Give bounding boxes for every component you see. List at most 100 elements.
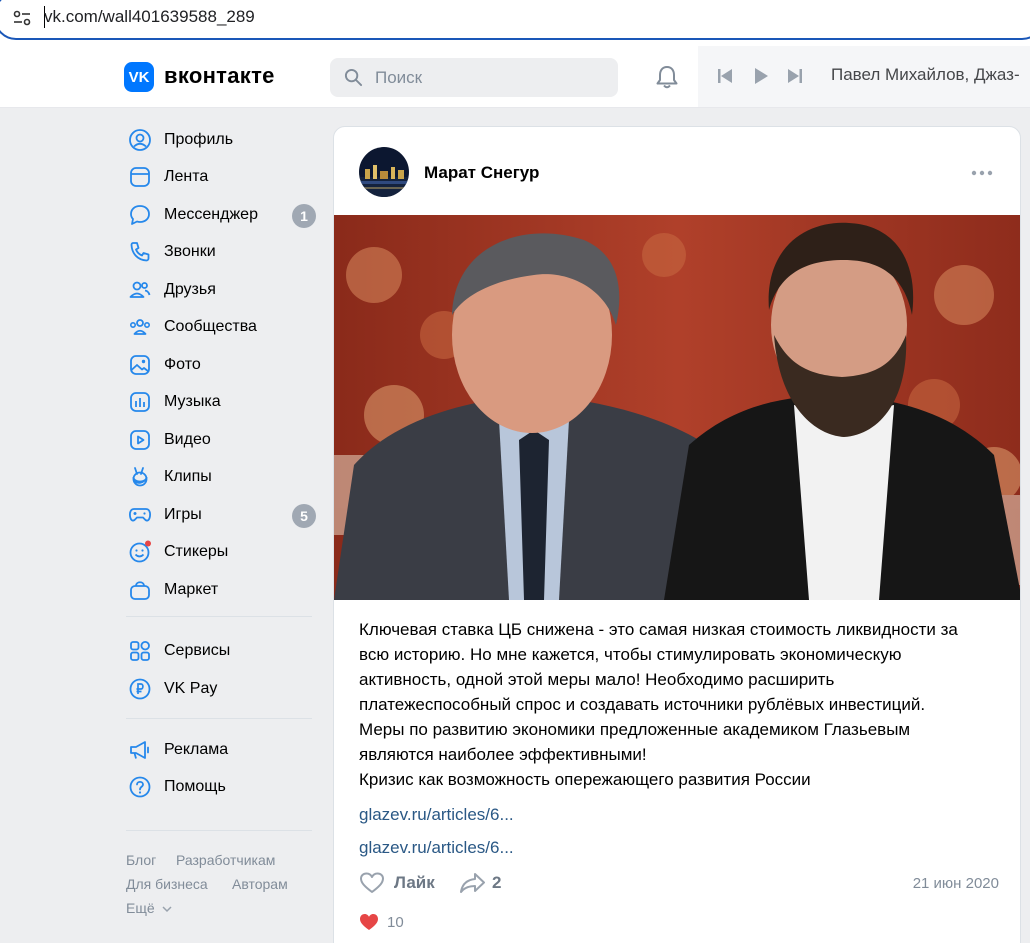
- nav-item-messenger[interactable]: Мессенджер 1: [126, 197, 326, 233]
- nav-label: Стикеры: [164, 543, 229, 560]
- photo-icon: [130, 355, 150, 375]
- messenger-icon: [130, 205, 150, 225]
- megaphone-icon: [130, 741, 149, 759]
- post-text-line: Кризис как возможность опережающего разв…: [359, 770, 811, 789]
- search-placeholder: Поиск: [375, 68, 423, 87]
- messenger-unread-badge: 1: [292, 204, 316, 228]
- help-icon: [129, 776, 151, 798]
- stickers-icon: [129, 540, 151, 563]
- share-count: 2: [492, 873, 502, 892]
- feed-icon: [130, 167, 150, 187]
- post-date[interactable]: 21 июн 2020: [913, 875, 999, 892]
- avatar-image: [359, 147, 409, 197]
- site-header: VK вконтакте Поиск Павел Михайлов, Джаз-: [0, 46, 1030, 108]
- nav-item-stickers[interactable]: Стикеры: [126, 534, 326, 570]
- footer-link-blog[interactable]: Блог: [126, 852, 156, 868]
- games-badge: 5: [292, 504, 316, 528]
- nav-item-music[interactable]: Музыка: [126, 384, 326, 420]
- nav-divider: [126, 616, 312, 617]
- post-photo[interactable]: [334, 215, 1020, 600]
- like-heart-icon[interactable]: [359, 871, 385, 895]
- post-text-line: активность, одной этой меры мало! Необхо…: [359, 670, 835, 689]
- nav-item-feed[interactable]: Лента: [126, 159, 326, 195]
- author-avatar[interactable]: [359, 147, 409, 197]
- nav-label: Сообщества: [164, 318, 257, 335]
- market-icon: [130, 581, 150, 600]
- vk-wordmark[interactable]: вконтакте: [164, 63, 275, 89]
- site-settings-icon[interactable]: [12, 8, 32, 28]
- search-input[interactable]: Поиск: [330, 58, 618, 97]
- post-text-line: платежеспособный спрос и создавать источ…: [359, 695, 926, 714]
- nav-label: Реклама: [164, 741, 229, 758]
- next-track-icon[interactable]: [786, 67, 804, 85]
- post-link[interactable]: glazev.ru/articles/6...: [359, 838, 514, 858]
- vkpay-icon: [129, 678, 151, 700]
- clips-icon: [132, 467, 148, 487]
- vk-logo[interactable]: VK: [124, 62, 154, 92]
- footer-link-developers[interactable]: Разработчикам: [176, 852, 275, 868]
- play-icon[interactable]: [752, 67, 770, 85]
- nav-item-communities[interactable]: Сообщества: [126, 309, 326, 345]
- post-text: Ключевая ставка ЦБ снижена - это самая н…: [359, 617, 1009, 792]
- nav-item-vkpay[interactable]: VK Pay: [126, 671, 326, 707]
- nav-divider: [126, 718, 312, 719]
- heart-reaction-icon: [360, 914, 378, 930]
- post-text-line: Меры по развитию экономики предложенные …: [359, 720, 911, 739]
- post-actions: Лайк 2 21 июн 2020: [359, 869, 999, 899]
- browser-toolbar: vk.com/wall401639588_289: [0, 0, 1030, 46]
- nav-label: Друзья: [164, 281, 216, 298]
- notifications-bell-icon[interactable]: [654, 64, 680, 90]
- post-text-line: Ключевая ставка ЦБ снижена - это самая н…: [359, 620, 958, 639]
- nav-item-friends[interactable]: Друзья: [126, 272, 326, 308]
- nav-divider: [126, 830, 312, 831]
- video-icon: [130, 430, 150, 450]
- nav-label: Видео: [164, 431, 211, 448]
- post-link[interactable]: glazev.ru/articles/6...: [359, 805, 514, 825]
- nav-label: Помощь: [164, 778, 226, 795]
- nav-item-games[interactable]: Игры 5: [126, 497, 326, 533]
- post-image: [334, 215, 1020, 600]
- nav-label: Маркет: [164, 581, 219, 598]
- nav-item-clips[interactable]: Клипы: [126, 459, 326, 495]
- more-options-icon[interactable]: [970, 169, 994, 177]
- nav-item-ads[interactable]: Реклама: [126, 732, 326, 768]
- nav-label: Игры: [164, 506, 202, 523]
- nav-label: Мессенджер: [164, 206, 258, 223]
- url-text[interactable]: vk.com/wall401639588_289: [44, 7, 255, 27]
- communities-icon: [129, 319, 150, 335]
- nav-label: Фото: [164, 356, 201, 373]
- games-icon: [129, 508, 151, 522]
- share-icon[interactable]: [459, 871, 486, 895]
- phone-icon: [130, 242, 150, 262]
- friends-icon: [129, 281, 151, 298]
- nav-item-profile[interactable]: Профиль: [126, 122, 326, 158]
- nav-item-video[interactable]: Видео: [126, 422, 326, 458]
- search-icon: [344, 68, 363, 87]
- footer-link-more[interactable]: Ещё: [126, 900, 155, 916]
- post-text-line: всю историю. Но мне кажется, чтобы стиму…: [359, 645, 902, 664]
- chevron-down-icon[interactable]: [162, 906, 172, 913]
- previous-track-icon[interactable]: [716, 67, 734, 85]
- services-icon: [130, 640, 150, 661]
- footer-link-business[interactable]: Для бизнеса: [126, 876, 208, 892]
- audio-player: Павел Михайлов, Джаз-: [698, 46, 1030, 107]
- like-button-label[interactable]: Лайк: [394, 873, 435, 893]
- nav-item-help[interactable]: Помощь: [126, 769, 326, 805]
- nav-label: Музыка: [164, 393, 221, 410]
- nav-label: VK Pay: [164, 680, 218, 697]
- nav-label: Профиль: [164, 131, 234, 148]
- music-icon: [130, 392, 150, 412]
- footer-link-authors[interactable]: Авторам: [232, 876, 288, 892]
- nav-item-calls[interactable]: Звонки: [126, 234, 326, 270]
- post-text-line: являются наиболее эффективными!: [359, 745, 647, 764]
- wall-post: Марат Снегур Ключевая ставка ЦБ снижена …: [333, 126, 1021, 943]
- nav-item-services[interactable]: Сервисы: [126, 633, 326, 669]
- now-playing-title[interactable]: Павел Михайлов, Джаз-: [831, 65, 1020, 85]
- nav-label: Клипы: [164, 468, 212, 485]
- reaction-count: 10: [387, 914, 404, 931]
- post-author-name[interactable]: Марат Снегур: [424, 163, 539, 183]
- nav-item-photos[interactable]: Фото: [126, 347, 326, 383]
- nav-item-market[interactable]: Маркет: [126, 572, 326, 608]
- profile-icon: [129, 129, 151, 151]
- nav-label: Звонки: [164, 243, 216, 260]
